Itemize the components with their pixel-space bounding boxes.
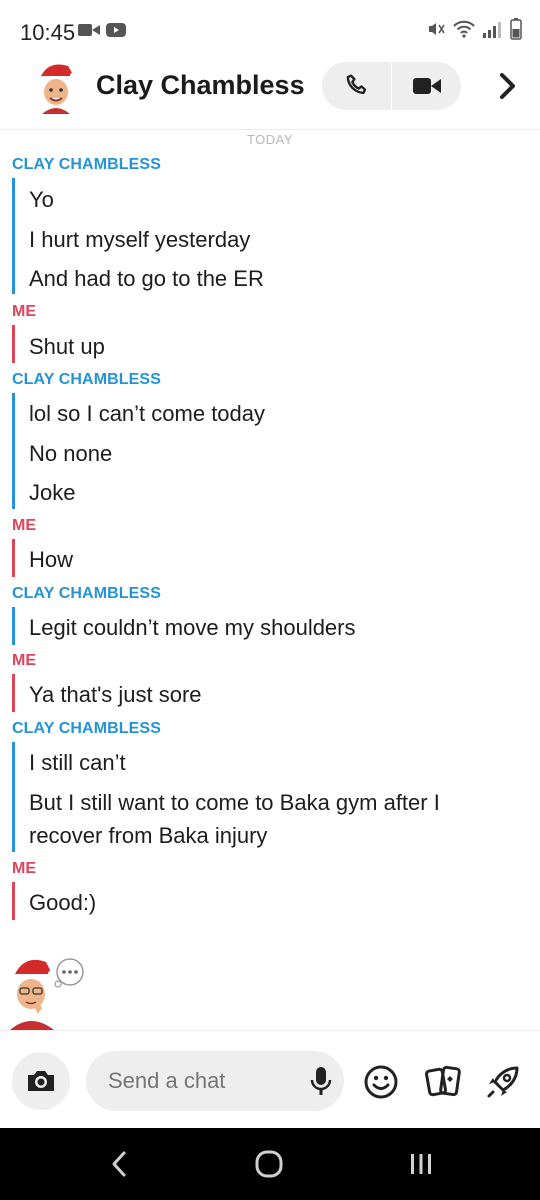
youtube-icon <box>106 23 126 37</box>
call-button-group <box>322 62 461 110</box>
chat-input[interactable] <box>108 1068 288 1094</box>
system-navigation-bar <box>0 1128 540 1200</box>
sender-label: ME <box>12 303 37 320</box>
message-bar <box>12 882 15 920</box>
status-system-icons <box>426 18 522 40</box>
video-camera-icon <box>78 24 100 36</box>
bitmoji-avatar-icon[interactable] <box>34 58 78 114</box>
signal-icon <box>483 22 501 38</box>
microphone-button[interactable] <box>306 1063 336 1099</box>
sender-label: ME <box>12 652 37 669</box>
cards-icon <box>425 1065 461 1097</box>
back-icon <box>112 1151 126 1177</box>
message-text[interactable]: Good:) <box>29 886 529 919</box>
camera-icon <box>28 1071 54 1091</box>
microphone-icon <box>310 1067 332 1095</box>
status-bar: 10:45 <box>0 0 540 45</box>
date-divider: TODAY <box>246 132 294 147</box>
message-text[interactable]: Shut up <box>29 330 529 363</box>
mute-icon <box>429 23 445 35</box>
message-bar <box>12 742 15 852</box>
sender-label: ME <box>12 860 37 877</box>
message-text[interactable]: I hurt myself yesterday <box>29 223 529 256</box>
wifi-icon <box>453 20 475 38</box>
rocket-icon <box>487 1066 519 1098</box>
message-bar <box>12 325 15 363</box>
smiley-icon <box>364 1065 398 1099</box>
chat-conversation[interactable]: TODAY CLAY CHAMBLESS Yo I hurt myself ye… <box>0 130 540 1030</box>
message-bar <box>12 539 15 577</box>
video-icon <box>412 78 441 94</box>
profile-chevron-button[interactable] <box>490 66 526 106</box>
sender-label: CLAY CHAMBLESS <box>12 156 161 173</box>
message-text[interactable]: Yo <box>29 183 529 216</box>
message-bar <box>12 178 15 294</box>
phone-icon <box>346 74 366 95</box>
message-text[interactable]: But I still want to come to Baka gym aft… <box>29 786 529 819</box>
sender-label: ME <box>12 517 37 534</box>
message-text[interactable]: No none <box>29 437 529 470</box>
home-icon <box>255 1150 283 1178</box>
sender-label: CLAY CHAMBLESS <box>12 585 161 602</box>
back-button[interactable] <box>94 1144 144 1184</box>
battery-icon <box>510 18 522 40</box>
chat-header: Clay Chambless <box>0 44 540 130</box>
message-text[interactable]: And had to go to the ER <box>29 262 529 295</box>
stickers-button[interactable] <box>424 1063 462 1101</box>
message-bar <box>12 607 15 645</box>
games-button[interactable] <box>484 1063 522 1101</box>
recents-icon <box>411 1154 431 1174</box>
message-text[interactable]: recover from Baka injury <box>29 819 529 852</box>
message-text[interactable]: How <box>29 543 529 576</box>
bitmoji-typing-icon <box>8 950 86 1030</box>
message-bar <box>12 674 15 712</box>
message-text[interactable]: Legit couldn’t move my shoulders <box>29 611 529 644</box>
status-notification-icons <box>78 23 126 37</box>
voice-call-button[interactable] <box>322 62 391 110</box>
message-text[interactable]: I still can’t <box>29 746 529 779</box>
message-bar <box>12 393 15 509</box>
home-button[interactable] <box>244 1144 294 1184</box>
emoji-button[interactable] <box>362 1063 400 1101</box>
chevron-right-icon <box>500 73 515 99</box>
message-text[interactable]: Ya that's just sore <box>29 678 529 711</box>
contact-name[interactable]: Clay Chambless <box>96 70 305 101</box>
recents-button[interactable] <box>396 1144 446 1184</box>
chat-input-container[interactable] <box>86 1051 344 1111</box>
sender-label: CLAY CHAMBLESS <box>12 720 161 737</box>
camera-button[interactable] <box>12 1052 70 1110</box>
message-text[interactable]: lol so I can’t come today <box>29 397 529 430</box>
status-time: 10:45 <box>20 20 76 45</box>
sender-label: CLAY CHAMBLESS <box>12 371 161 388</box>
chat-composer <box>0 1030 540 1128</box>
video-call-button[interactable] <box>392 62 461 110</box>
message-text[interactable]: Joke <box>29 476 529 509</box>
